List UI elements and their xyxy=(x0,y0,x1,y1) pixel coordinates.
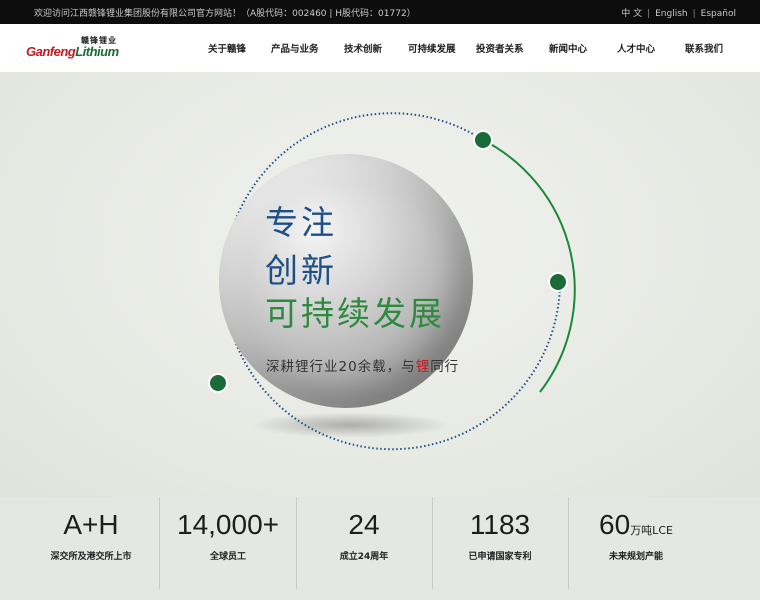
stat-employees: 14,000+ 全球员工 xyxy=(160,497,296,600)
welcome-text: 欢迎访问江西赣锋锂业集团股份有限公司官方网站！（A股代码：002460 | H股… xyxy=(34,9,416,19)
orbit-dot-top xyxy=(473,130,493,150)
lang-english[interactable]: English xyxy=(655,9,688,19)
logo-en-text: GanfengLithium xyxy=(26,44,119,59)
hero-banner: 专注 创新 可持续发展 深耕锂行业20余载，与锂同行 xyxy=(0,72,760,497)
lang-spanish[interactable]: Español xyxy=(701,9,736,19)
nav-investors[interactable]: 投资者关系 xyxy=(476,41,524,55)
hero-tagline: 深耕锂行业20余载，与锂同行 xyxy=(266,355,459,375)
lang-separator: | xyxy=(647,9,651,19)
tagline-highlight: 锂 xyxy=(415,359,431,375)
logo-en-part1: Ganfeng xyxy=(26,44,76,59)
stat-capacity: 60万吨LCE 未来规划产能 xyxy=(568,497,704,600)
stat-number: 60 xyxy=(599,509,631,540)
stat-label: 已申请国家专利 xyxy=(468,552,532,562)
nav-technology[interactable]: 技术创新 xyxy=(344,41,382,55)
nav-careers[interactable]: 人才中心 xyxy=(617,41,655,55)
nav-contact[interactable]: 联系我们 xyxy=(685,41,723,55)
stat-label: 全球员工 xyxy=(209,552,246,562)
tagline-after: 同行 xyxy=(430,359,460,375)
stat-number: 14,000+ xyxy=(177,509,279,540)
language-switcher: 中 文 | English | Español xyxy=(621,6,736,19)
sphere-shadow xyxy=(250,412,450,438)
stat-number: 24 xyxy=(348,509,380,540)
stat-number: 1183 xyxy=(469,509,531,540)
stat-number: A+H xyxy=(63,509,119,540)
stat-label: 成立24周年 xyxy=(339,552,389,562)
logo-en-part2: Lithium xyxy=(75,44,119,59)
hero-line-sustainability: 可持续发展 xyxy=(265,294,445,333)
hero-line-innovation: 创新 xyxy=(265,251,337,290)
tagline-before: 深耕锂行业20余载，与 xyxy=(266,359,416,375)
stat-patents: 1183 已申请国家专利 xyxy=(432,497,568,600)
stat-value: 1183 xyxy=(432,509,568,541)
stat-anniversary: 24 成立24周年 xyxy=(296,497,432,600)
stat-value: 60万吨LCE xyxy=(568,509,704,541)
nav-products[interactable]: 产品与业务 xyxy=(271,41,319,55)
orbit-green-arc xyxy=(482,139,576,393)
stat-value: 14,000+ xyxy=(160,509,296,541)
stat-value: A+H xyxy=(23,509,159,541)
orbit-dot-left xyxy=(208,373,228,393)
lang-chinese[interactable]: 中 文 xyxy=(621,9,642,19)
site-header: 赣锋锂业 GanfengLithium 关于赣锋 产品与业务 技术创新 可持续发… xyxy=(0,24,760,72)
hero-line-focus: 专注 xyxy=(265,203,337,242)
top-bar: 欢迎访问江西赣锋锂业集团股份有限公司官方网站！（A股代码：002460 | H股… xyxy=(0,0,760,24)
stat-label: 未来规划产能 xyxy=(608,552,663,562)
nav-about[interactable]: 关于赣锋 xyxy=(208,41,246,55)
stat-unit: 万吨LCE xyxy=(630,524,673,537)
stat-listing: A+H 深交所及港交所上市 xyxy=(23,497,159,600)
lang-separator: | xyxy=(692,9,696,19)
stat-value: 24 xyxy=(296,509,432,541)
ganfeng-logo[interactable]: 赣锋锂业 GanfengLithium xyxy=(26,35,119,63)
stats-bar: A+H 深交所及港交所上市 14,000+ 全球员工 24 成立24周年 118… xyxy=(0,497,760,600)
nav-news[interactable]: 新闻中心 xyxy=(549,41,587,55)
stat-label: 深交所及港交所上市 xyxy=(50,552,132,562)
nav-sustainability[interactable]: 可持续发展 xyxy=(408,41,456,55)
orbit-dot-right xyxy=(548,272,568,292)
